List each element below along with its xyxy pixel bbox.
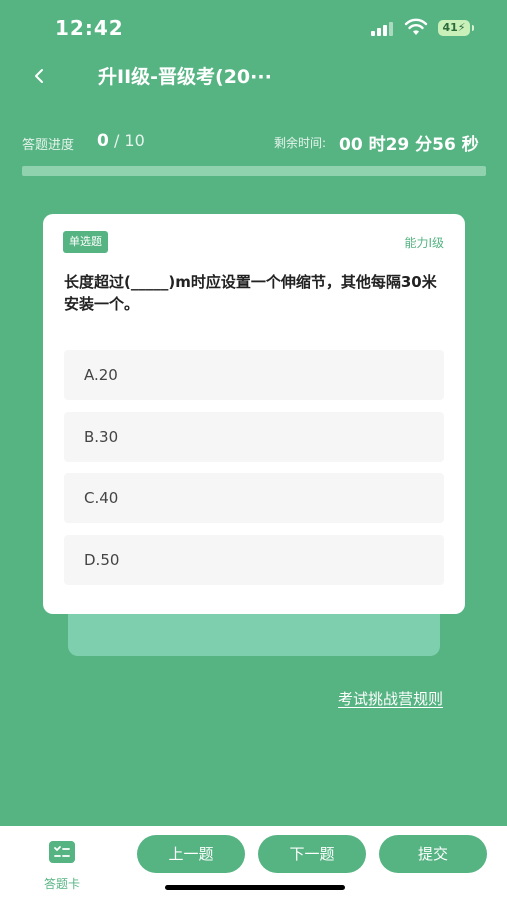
- wifi-icon: [404, 18, 428, 35]
- question-type-badge: 单选题: [63, 231, 108, 253]
- option-label: C.40: [84, 489, 119, 507]
- remaining-time-label: 剩余时间:: [274, 136, 327, 150]
- option-b[interactable]: B.30: [64, 412, 444, 462]
- question-level: 能力I级: [404, 236, 444, 250]
- page-title: 升II级-晋级考(20···: [98, 66, 272, 88]
- question-card: 单选题 能力I级 长度超过(_____)m时应设置一个伸缩节，其他每隔30米安装…: [43, 214, 465, 614]
- chevron-left-icon[interactable]: [30, 62, 50, 90]
- battery-charging-icon: 41⚡: [438, 20, 474, 36]
- home-indicator: [165, 885, 345, 890]
- rules-link[interactable]: 考试挑战营规则: [338, 688, 443, 709]
- next-question-button[interactable]: 下一题: [258, 835, 366, 873]
- signal-icon: [371, 22, 395, 36]
- option-c[interactable]: C.40: [64, 473, 444, 523]
- progress-total: / 10: [113, 131, 145, 150]
- prev-question-button[interactable]: 上一题: [137, 835, 245, 873]
- option-label: B.30: [84, 428, 119, 446]
- option-d[interactable]: D.50: [64, 535, 444, 585]
- option-a[interactable]: A.20: [64, 350, 444, 400]
- nav-bar: 升II级-晋级考(20···: [0, 56, 507, 96]
- remaining-time-value: 00 时29 分56 秒: [339, 135, 479, 155]
- progress-count: 0 / 10: [97, 131, 145, 151]
- answer-card-label: 答题卡: [43, 877, 80, 891]
- progress-row: 答题进度 0 / 10 剩余时间: 00 时29 分56 秒: [0, 128, 507, 156]
- battery-level: 41: [442, 21, 458, 34]
- answer-card-icon: [49, 841, 75, 863]
- progress-label: 答题进度: [22, 138, 75, 153]
- option-label: A.20: [84, 366, 118, 384]
- progress-current: 0: [97, 131, 109, 151]
- status-time: 12:42: [55, 16, 124, 40]
- bottom-bar: 答题卡 上一题 下一题 提交: [0, 826, 507, 900]
- question-text: 长度超过(_____)m时应设置一个伸缩节，其他每隔30米安装一个。: [64, 273, 437, 313]
- answer-card-button[interactable]: 答题卡: [36, 838, 88, 891]
- option-label: D.50: [84, 551, 120, 569]
- status-bar: 12:42 41⚡: [0, 0, 507, 56]
- submit-button[interactable]: 提交: [379, 835, 487, 873]
- progress-bar: [22, 166, 486, 176]
